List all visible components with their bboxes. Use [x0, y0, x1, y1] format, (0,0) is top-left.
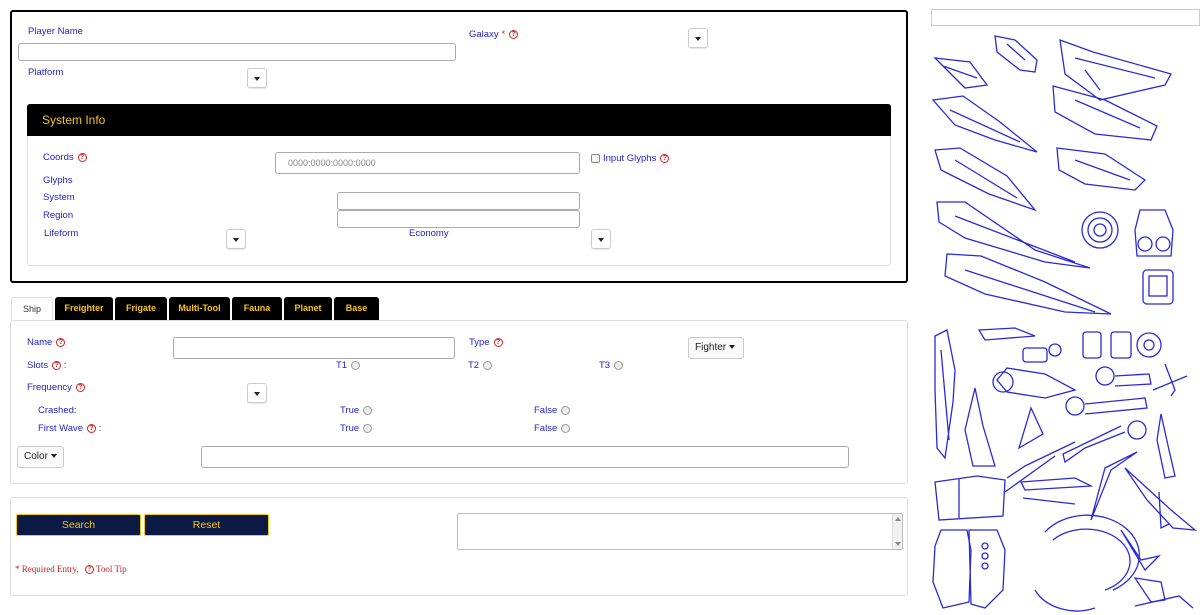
- color-dropdown[interactable]: Color: [17, 446, 64, 468]
- ship-type-label: Type?: [469, 337, 503, 348]
- slot-t1-label: T1: [336, 360, 348, 371]
- crashed-true-label: True: [340, 405, 360, 416]
- help-icon[interactable]: ?: [87, 423, 97, 433]
- slot-t2-label: T2: [468, 360, 480, 371]
- ship-name-input[interactable]: [173, 337, 455, 359]
- right-top-bar: [931, 9, 1200, 26]
- galaxy-dropdown-button[interactable]: [688, 28, 708, 48]
- slots-label: Slots? :: [27, 360, 66, 371]
- first-wave-false-label: False: [534, 423, 558, 434]
- results-textarea[interactable]: [457, 513, 903, 550]
- system-info-header: System Info: [27, 104, 891, 136]
- crashed-label: Crashed:: [38, 405, 77, 416]
- coords-label-text: Coords: [43, 152, 74, 163]
- player-name-label: Player Name: [28, 26, 83, 37]
- galaxy-label-text: Galaxy: [469, 29, 499, 40]
- slot-t1-radio[interactable]: [351, 360, 361, 370]
- frequency-dropdown-button[interactable]: [247, 383, 267, 403]
- coords-label: Coords?: [43, 152, 87, 163]
- crashed-false[interactable]: False: [534, 405, 571, 416]
- reset-button[interactable]: Reset: [144, 514, 269, 536]
- slot-t3-radio[interactable]: [614, 360, 624, 370]
- first-wave-true-radio[interactable]: [363, 423, 373, 433]
- platform-dropdown-button[interactable]: [247, 68, 267, 88]
- slot-t1[interactable]: T1: [336, 360, 361, 371]
- color-input[interactable]: [201, 446, 849, 468]
- slot-t2[interactable]: T2: [468, 360, 493, 371]
- required-legend: * Required Entry, ? Tool Tip: [15, 564, 127, 575]
- tab-planet[interactable]: Planet: [284, 297, 332, 320]
- caret-down-icon: [729, 345, 736, 350]
- crashed-false-radio[interactable]: [561, 405, 571, 415]
- slots-colon: :: [63, 360, 67, 371]
- required-entry-text: * Required Entry,: [15, 564, 79, 574]
- slot-t3[interactable]: T3: [599, 360, 624, 371]
- region-input[interactable]: [337, 210, 580, 228]
- ship-name-label: Name?: [27, 337, 66, 348]
- tab-fauna[interactable]: Fauna: [232, 297, 282, 320]
- first-wave-true[interactable]: True: [340, 423, 373, 434]
- tab-multi-tool[interactable]: Multi-Tool: [169, 297, 230, 320]
- ship-type-value: Fighter: [695, 342, 727, 353]
- player-name-input[interactable]: [18, 43, 456, 61]
- help-icon[interactable]: ?: [493, 337, 503, 347]
- slots-label-text: Slots: [27, 360, 49, 371]
- tab-base[interactable]: Base: [334, 297, 379, 320]
- slot-t3-label: T3: [599, 360, 611, 371]
- coords-placeholder: 0000:0000:0000:0000: [288, 158, 376, 168]
- economy-dropdown-button[interactable]: [591, 229, 611, 249]
- help-icon[interactable]: ?: [75, 382, 85, 392]
- help-icon[interactable]: ?: [660, 153, 670, 163]
- frequency-label: Frequency?: [27, 382, 85, 393]
- caret-down-icon: [50, 454, 57, 459]
- help-icon[interactable]: ?: [56, 337, 66, 347]
- first-wave-label-text: First Wave: [38, 423, 84, 434]
- help-icon[interactable]: ?: [52, 360, 62, 370]
- economy-label: Economy: [409, 228, 449, 239]
- color-dropdown-label: Color: [24, 451, 48, 462]
- crashed-false-label: False: [534, 405, 558, 416]
- slot-t2-radio[interactable]: [483, 360, 493, 370]
- coords-input[interactable]: 0000:0000:0000:0000: [275, 152, 580, 174]
- first-wave-false[interactable]: False: [534, 423, 571, 434]
- first-wave-label: First Wave? :: [38, 423, 101, 434]
- ship-sketch-image: [931, 35, 1198, 612]
- frequency-label-text: Frequency: [27, 382, 72, 393]
- system-info-title: System Info: [42, 113, 106, 127]
- tooltip-text: Tool Tip: [96, 564, 127, 574]
- help-icon[interactable]: ?: [77, 152, 87, 162]
- first-wave-false-radio[interactable]: [561, 423, 571, 433]
- platform-label: Platform: [28, 67, 64, 78]
- input-glyphs-label: Input Glyphs: [603, 153, 657, 164]
- help-icon: ?: [84, 565, 94, 575]
- first-wave-colon: :: [98, 423, 102, 434]
- required-mark: *: [501, 29, 506, 39]
- region-label: Region: [43, 210, 74, 221]
- tab-frigate[interactable]: Frigate: [115, 297, 167, 320]
- ship-type-label-text: Type: [469, 337, 490, 348]
- tab-freighter[interactable]: Freighter: [55, 297, 113, 320]
- textarea-scrollbar[interactable]: [892, 514, 902, 549]
- help-icon[interactable]: ?: [509, 29, 519, 39]
- ship-type-dropdown[interactable]: Fighter: [688, 337, 744, 359]
- crashed-true-radio[interactable]: [363, 405, 373, 415]
- system-label: System: [43, 192, 75, 203]
- glyphs-label: Glyphs: [43, 175, 73, 186]
- ship-name-label-text: Name: [27, 337, 53, 348]
- system-input[interactable]: [337, 192, 580, 210]
- galaxy-label: Galaxy *?: [469, 29, 519, 40]
- tab-ship[interactable]: Ship: [11, 297, 53, 320]
- lifeform-dropdown-button[interactable]: [226, 229, 246, 249]
- search-button[interactable]: Search: [16, 514, 141, 536]
- scroll-down-icon[interactable]: [895, 542, 901, 546]
- scroll-up-icon[interactable]: [895, 517, 901, 521]
- lifeform-label: Lifeform: [44, 228, 79, 239]
- first-wave-true-label: True: [340, 423, 360, 434]
- crashed-true[interactable]: True: [340, 405, 373, 416]
- input-glyphs-checkbox[interactable]: [591, 153, 600, 163]
- input-glyphs-control[interactable]: Input Glyphs?: [591, 153, 670, 164]
